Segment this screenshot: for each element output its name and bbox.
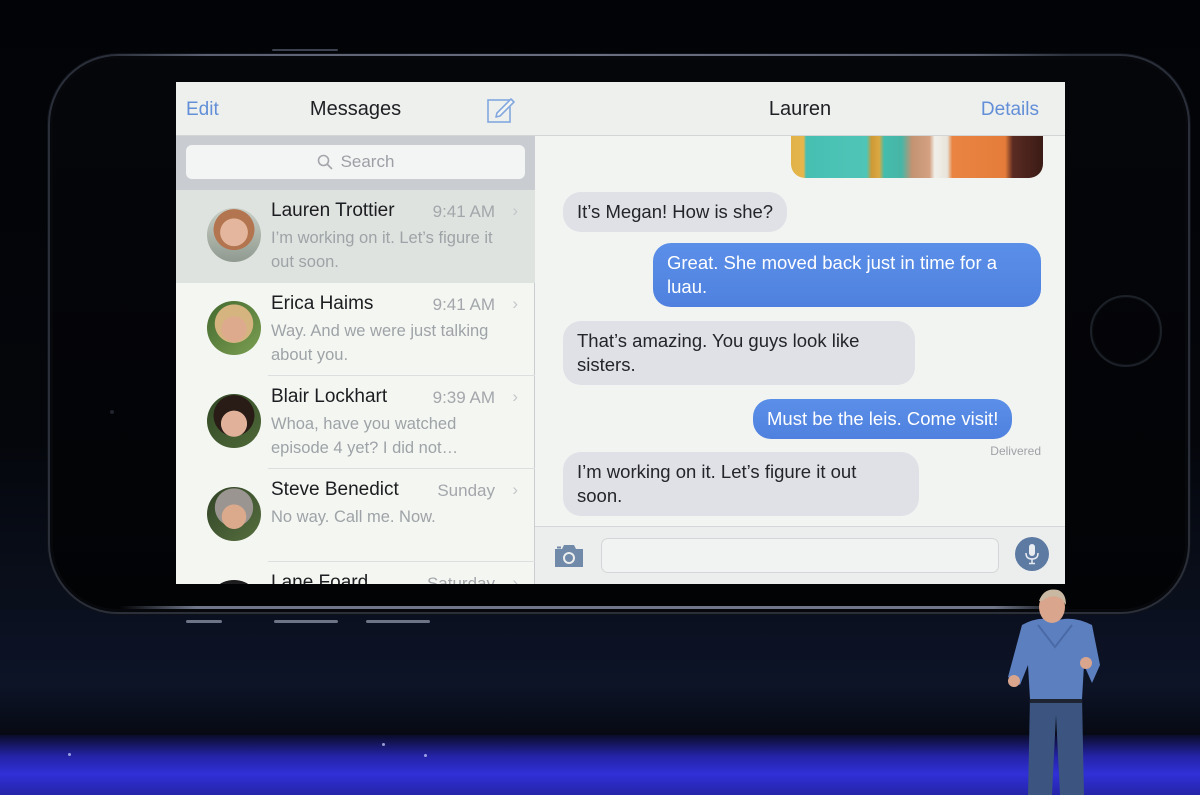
avatar [207,394,261,448]
chevron-right-icon: › [512,387,518,406]
message-bubble-outgoing: Great. She moved back just in time for a… [653,243,1041,307]
conversation-preview: Whoa, have you watched episode 4 yet? I … [271,415,459,457]
presenter [1000,585,1115,795]
conversation-item[interactable]: Steve Benedict Sunday › No way. Call me.… [176,469,535,562]
chat-nav-bar: Lauren Details [535,82,1065,136]
message-input-bar [535,526,1065,584]
chevron-right-icon: › [512,480,518,499]
message-bubble-outgoing: Must be the leis. Come visit! [753,399,1013,439]
conversation-item[interactable]: Lane Foard Saturday › [176,562,535,584]
chat-pane: Lauren Details It’s Megan! How is she? G… [535,82,1065,584]
chevron-right-icon: › [512,201,518,220]
conversation-time: Saturday [426,574,495,584]
search-input[interactable]: Search [186,145,525,179]
conversation-item[interactable]: Blair Lockhart 9:39 AM › Whoa, have you … [176,376,535,469]
conversation-time: 9:41 AM [432,295,495,314]
chevron-right-icon: › [512,573,518,584]
volume-down-button [366,620,430,623]
search-placeholder: Search [340,152,395,171]
delivery-status: Delivered [990,444,1041,458]
conversation-name: Steve Benedict [271,479,399,500]
chevron-right-icon: › [512,294,518,313]
conversation-item[interactable]: Lauren Trottier 9:41 AM › I’m working on… [176,190,535,283]
floor-glint [68,753,71,756]
conversation-name: Lauren Trottier [271,200,395,221]
conversation-name: Blair Lockhart [271,386,388,407]
messages-title: Messages [309,98,402,120]
compose-icon[interactable] [486,94,516,124]
message-bubble-incoming: I’m working on it. Let’s figure it out s… [563,452,919,516]
conversation-time: 9:41 AM [432,202,495,221]
conversation-list: Lauren Trottier 9:41 AM › I’m working on… [176,190,535,584]
conversation-name: Erica Haims [271,293,374,314]
microphone-icon[interactable] [1015,537,1049,571]
conversation-time: Sunday [437,481,495,500]
volume-switch [186,620,222,623]
front-camera [110,410,114,414]
floor-glint [424,754,427,757]
messages-list-pane: Edit Messages Search Lauren Trottier 9:4… [176,82,535,584]
floor-glint [382,743,385,746]
avatar [207,580,261,584]
search-bar: Search [176,136,535,190]
conversation-preview: I’m working on it. Let’s figure it out s… [271,229,493,271]
phone-rim-bottom [120,606,1070,609]
message-bubble-incoming: It’s Megan! How is she? [563,192,788,232]
conversation-time: 9:39 AM [432,388,495,407]
search-icon [317,154,333,170]
conversation-item[interactable]: Erica Haims 9:41 AM › Way. And we were j… [176,283,535,376]
conversation-preview: Way. And we were just talking about you. [271,322,489,364]
phone-rim-top [110,54,1070,56]
details-button[interactable]: Details [981,99,1039,121]
volume-up-button [274,620,338,623]
conversation-preview: No way. Call me. Now. [271,508,436,526]
home-button[interactable] [1090,295,1162,367]
phone-top-button [272,49,338,51]
message-input[interactable] [601,538,999,573]
messages-nav-bar: Edit Messages [176,82,535,136]
avatar [207,301,261,355]
conversation-name: Lane Foard [271,572,369,584]
camera-icon[interactable] [553,543,585,569]
phone-screen: Edit Messages Search Lauren Trottier 9:4… [176,82,1065,584]
message-bubble-incoming: That’s amazing. You guys look like siste… [563,321,915,385]
avatar [207,487,261,541]
avatar [207,208,261,262]
